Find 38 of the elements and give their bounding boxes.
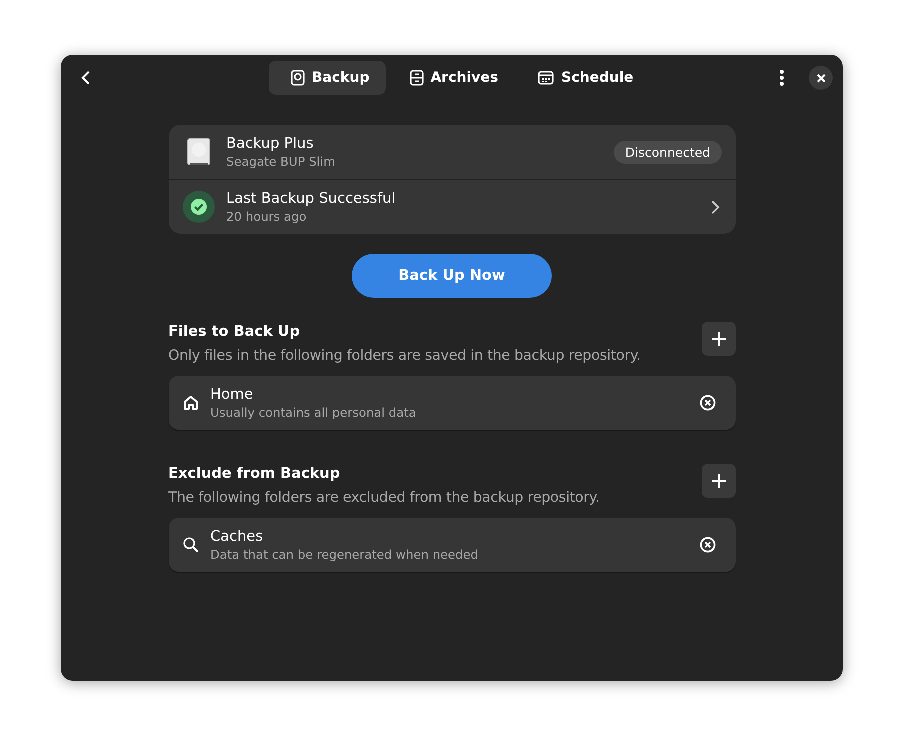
add-button[interactable] [702,464,736,498]
back-icon [81,70,91,86]
folder-description: Usually contains all personal data [210,406,418,420]
section-description: Only files in the following folders are saved in the backup repository. [168,348,641,364]
section-title: Files to Back Up [168,324,302,340]
add-button[interactable] [702,322,736,356]
home-icon [182,395,198,411]
archive-icon [410,70,424,86]
folder-name: Home [210,386,254,402]
last-backup-row[interactable]: Last Backup Successful 20 hours ago [168,179,736,234]
calendar-icon [538,71,554,85]
close-icon [816,74,826,82]
chevron-icon [710,200,720,214]
remove-button[interactable] [700,537,716,553]
drive-icon [291,70,305,86]
backup-time: 20 hours ago [226,210,308,224]
tab[interactable]: Archives [388,61,514,95]
folder-description: Data that can be regenerated when needed [210,548,480,562]
plus-icon [712,474,726,488]
device-name: Backup Plus [226,136,315,152]
tab[interactable]: Schedule [516,61,650,95]
plus-icon [712,332,726,346]
section-description: The following folders are excluded from the backup repository. [168,490,600,506]
backup-status: Last Backup Successful [226,190,397,206]
tab[interactable]: Backup [269,61,386,95]
status-badge: Disconnected [614,140,722,164]
search-icon [182,537,198,553]
menu-icon [780,70,784,86]
remove-icon [700,537,716,553]
back-up-now-button[interactable]: Back Up Now [352,254,552,298]
device-model: Seagate BUP Slim [226,154,336,168]
close-button[interactable] [809,66,833,90]
remove-button[interactable] [700,395,716,411]
remove-icon [700,395,716,411]
folder-name: Caches [210,528,264,544]
section-title: Exclude from Backup [168,466,342,482]
hard-drive-icon [186,138,210,166]
success-icon [182,191,214,223]
